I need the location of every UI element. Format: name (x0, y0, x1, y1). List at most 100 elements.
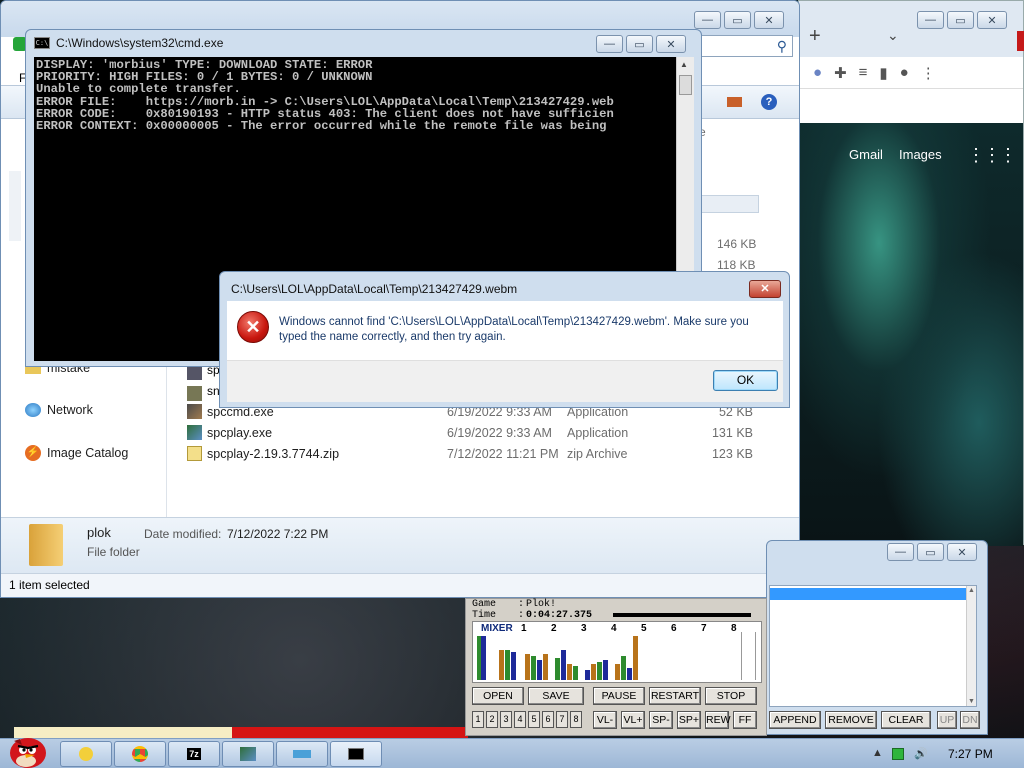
chrome-close-button[interactable]: ✕ (977, 11, 1007, 29)
vu-meter-bar (603, 660, 608, 680)
reading-list-icon[interactable]: ≡ (859, 64, 868, 81)
tab-search-dropdown[interactable]: ⌄ (887, 27, 899, 44)
search-input[interactable]: ⚲ (701, 35, 793, 57)
taskbar-explorer-button[interactable] (60, 741, 112, 767)
network-icon (25, 403, 41, 417)
volume-down-button[interactable]: VL- (593, 711, 617, 729)
chrome-titlebar (799, 1, 1023, 57)
extension-puzzle-icon[interactable]: ✚ (834, 64, 847, 82)
channel-label: 3 (581, 623, 587, 634)
cmd-icon: C:\ (34, 37, 50, 49)
images-link[interactable]: Images (899, 147, 942, 162)
vu-meter-bar (633, 636, 638, 680)
channel-toggle[interactable]: 7 (556, 711, 568, 728)
restart-button[interactable]: RESTART (649, 687, 701, 705)
file-name-partial[interactable]: sn (207, 384, 220, 398)
playlist-list[interactable]: ▲ ▼ (769, 585, 977, 707)
error-dialog: C:\Users\LOL\AppData\Local\Temp\21342742… (219, 271, 790, 408)
channel-toggle[interactable]: 6 (542, 711, 554, 728)
vu-meter-bar (511, 652, 516, 680)
new-tab-button[interactable]: + (809, 25, 821, 48)
taskbar-7zip-button[interactable]: 7z (168, 741, 220, 767)
search-icon: ⚲ (776, 38, 787, 54)
explorer-maximize-button[interactable]: ▭ (724, 11, 751, 29)
channel-toggle[interactable]: 4 (514, 711, 526, 728)
seek-bar[interactable] (613, 613, 751, 617)
start-button[interactable] (4, 731, 50, 768)
vu-meter-bar (537, 660, 542, 680)
apps-grid-icon[interactable]: ⋮⋮⋮ (967, 145, 1017, 166)
error-icon: ✕ (237, 311, 269, 343)
network-tray-icon[interactable] (892, 748, 904, 760)
channel-toggle[interactable]: 5 (528, 711, 540, 728)
taskbar-spcplay-button[interactable] (222, 741, 274, 767)
nav-item-image-catalog[interactable]: ⚡ Image Catalog (25, 445, 128, 461)
system-clock[interactable]: 7:27 PM (948, 747, 993, 761)
nav-item-label: Image Catalog (47, 446, 129, 460)
pause-button[interactable]: PAUSE (593, 687, 645, 705)
channel-toggle[interactable]: 2 (486, 711, 498, 728)
side-panel-icon[interactable]: ▮ (879, 64, 887, 82)
playlist-minimize-button[interactable]: — (887, 543, 914, 561)
rewind-button[interactable]: REW (705, 711, 731, 729)
explorer-caption-buttons: — ▭ ✕ (694, 11, 784, 29)
chrome-maximize-button[interactable]: ▭ (947, 11, 974, 29)
profile-icon[interactable]: ● (900, 64, 909, 81)
menu-icon[interactable]: ⋮ (921, 64, 936, 82)
exe-icon (187, 365, 202, 380)
exe-icon (187, 404, 202, 419)
speed-down-button[interactable]: SP- (649, 711, 673, 729)
exe-icon (187, 386, 202, 401)
tray-expand-arrow-icon[interactable]: ▲ (872, 747, 883, 759)
channel-toggle[interactable]: 1 (472, 711, 484, 728)
cmd-close-button[interactable]: ✕ (656, 35, 686, 53)
vu-meter-bar (741, 632, 742, 680)
move-down-button[interactable]: DN (960, 711, 980, 729)
details-modified-label: Date modified: (144, 527, 222, 541)
save-button[interactable]: SAVE (528, 687, 584, 705)
explorer-close-button[interactable]: ✕ (754, 11, 784, 29)
help-icon[interactable]: ? (761, 94, 777, 110)
dialog-close-button[interactable]: ✕ (749, 280, 781, 298)
cmd-maximize-button[interactable]: ▭ (626, 35, 653, 53)
mail-icon[interactable] (727, 97, 742, 107)
open-button[interactable]: OPEN (472, 687, 524, 705)
chrome-minimize-button[interactable]: — (917, 11, 944, 29)
ok-button[interactable]: OK (713, 370, 778, 391)
chrome-page-header (799, 89, 1023, 123)
explorer-minimize-button[interactable]: — (694, 11, 721, 29)
channel-toggle[interactable]: 8 (570, 711, 582, 728)
cmd-minimize-button[interactable]: — (596, 35, 623, 53)
playlist-scrollbar[interactable]: ▲ ▼ (966, 586, 976, 706)
scroll-up-arrow-icon[interactable]: ▲ (968, 587, 975, 594)
playlist-selected-row[interactable] (770, 588, 966, 600)
window-icon (293, 750, 311, 758)
remove-button[interactable]: REMOVE (825, 711, 877, 729)
taskbar-window-button[interactable] (276, 741, 328, 767)
gmail-link[interactable]: Gmail (849, 147, 883, 162)
channel-toggle[interactable]: 3 (500, 711, 512, 728)
nav-item-network[interactable]: Network (25, 403, 93, 417)
file-date: 6/19/2022 9:33 AM (447, 425, 552, 440)
vu-meter-bar (531, 656, 536, 680)
playlist-maximize-button[interactable]: ▭ (917, 543, 944, 561)
volume-up-button[interactable]: VL+ (621, 711, 645, 729)
speed-up-button[interactable]: SP+ (677, 711, 701, 729)
playlist-close-button[interactable]: ✕ (947, 543, 977, 561)
spcplay-window: Game Plok! Time 0:04:27.375 : : MIXER 1 … (465, 598, 767, 736)
volume-icon[interactable]: 🔊 (914, 747, 928, 760)
channel-label: 4 (611, 623, 617, 634)
append-button[interactable]: APPEND (769, 711, 821, 729)
scrollbar-thumb[interactable] (679, 75, 692, 95)
scroll-down-arrow-icon[interactable]: ▼ (968, 698, 975, 705)
move-up-button[interactable]: UP (937, 711, 957, 729)
fast-forward-button[interactable]: FF (733, 711, 757, 729)
stop-button[interactable]: STOP (705, 687, 757, 705)
taskbar-cmd-button[interactable] (330, 741, 382, 767)
file-type: Application (567, 425, 629, 440)
clear-button[interactable]: CLEAR (881, 711, 931, 729)
scroll-up-arrow-icon[interactable]: ▲ (680, 60, 688, 69)
taskbar-chrome-button[interactable] (114, 741, 166, 767)
nav-item-label: Network (47, 403, 93, 417)
extension-icon[interactable]: ● (813, 64, 822, 81)
